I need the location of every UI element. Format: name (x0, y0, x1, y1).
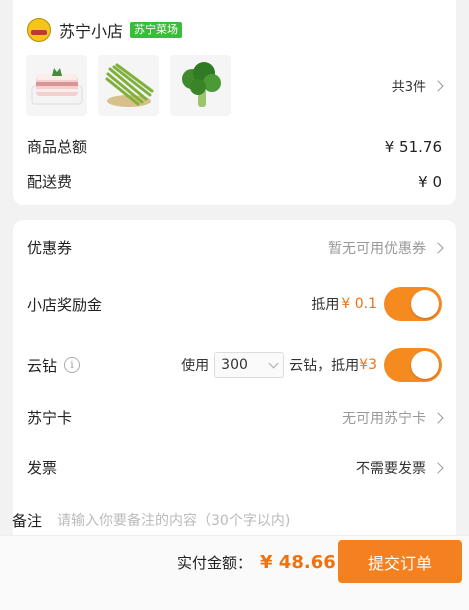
item-count-label: 共3件 (391, 80, 426, 95)
reward-label: 小店奖励金 (27, 295, 103, 314)
remark-label: 备注 (12, 512, 43, 530)
yunzuan-unit-label: 云钻，抵用 (289, 358, 360, 374)
goods-total-value: ¥ 51.76 (384, 137, 442, 156)
suning-card-row[interactable]: 苏宁卡 无可用苏宁卡 (27, 407, 444, 428)
yunzuan-row: 云钻 i 使用 300 云钻，抵用 ¥3 (27, 348, 442, 382)
item-count-link[interactable]: 共3件 (391, 76, 444, 95)
invoice-row[interactable]: 发票 不需要发票 (27, 457, 444, 478)
order-items-card: 苏宁小店 苏宁菜场 共3件 商品总额 ¥ 51.76 配送费 ¥ 0 (13, 0, 456, 205)
reward-row: 小店奖励金 抵用 ¥ 0.1 (27, 287, 442, 321)
submit-order-button[interactable]: 提交订单 (338, 540, 462, 583)
goods-total-row: 商品总额 ¥ 51.76 (27, 136, 442, 157)
pay-amount: ¥ 48.66 (260, 552, 336, 573)
chevron-right-icon (432, 79, 444, 92)
remark-row: 备注 (12, 510, 390, 531)
chevron-right-icon (432, 241, 444, 254)
order-options-card: 优惠券 暂无可用优惠券 小店奖励金 抵用 ¥ 0.1 云钻 i 使用 300 云… (13, 220, 456, 535)
reward-deduct-label: 抵用 (311, 297, 340, 313)
product-thumbnails[interactable] (26, 55, 231, 116)
chevron-right-icon (432, 461, 444, 474)
store-logo (27, 18, 51, 42)
product-thumbnail[interactable] (98, 55, 159, 116)
invoice-label: 发票 (27, 459, 58, 477)
yunzuan-amount-select[interactable]: 300 (214, 352, 285, 378)
reward-toggle[interactable] (384, 287, 442, 321)
chevron-down-icon (268, 358, 279, 369)
reward-amount: ¥ 0.1 (341, 296, 377, 312)
coupon-row[interactable]: 优惠券 暂无可用优惠券 (27, 237, 444, 258)
pay-label: 实付金额： (177, 554, 253, 572)
invoice-value: 不需要发票 (356, 460, 426, 477)
yunzuan-select-value: 300 (221, 357, 248, 373)
coupon-value: 暂无可用优惠券 (328, 240, 426, 257)
store-name: 苏宁小店 (59, 22, 124, 41)
green-beans-icon (105, 63, 153, 107)
yunzuan-toggle[interactable] (384, 348, 442, 382)
product-thumbnail[interactable] (26, 55, 87, 116)
store-header: 苏宁小店 苏宁菜场 (27, 17, 183, 43)
broccoli-icon (181, 61, 221, 107)
chevron-right-icon (432, 411, 444, 424)
yunzuan-amount: ¥3 (359, 357, 377, 373)
yunzuan-label: 云钻 (27, 356, 58, 375)
info-icon[interactable]: i (64, 357, 81, 373)
delivery-fee-label: 配送费 (27, 173, 73, 191)
suning-card-label: 苏宁卡 (27, 409, 73, 427)
product-thumbnail[interactable] (170, 55, 231, 116)
delivery-fee-value: ¥ 0 (418, 172, 442, 191)
suning-card-value: 无可用苏宁卡 (342, 410, 426, 427)
yunzuan-use-label: 使用 (181, 358, 210, 374)
store-tag: 苏宁菜场 (130, 22, 183, 38)
pay-amount-group: 实付金额： ¥ 48.66 (177, 552, 336, 573)
goods-total-label: 商品总额 (27, 138, 88, 156)
coupon-label: 优惠券 (27, 239, 73, 257)
pork-belly-icon (31, 67, 82, 104)
remark-input[interactable] (55, 511, 390, 530)
delivery-fee-row: 配送费 ¥ 0 (27, 171, 442, 192)
